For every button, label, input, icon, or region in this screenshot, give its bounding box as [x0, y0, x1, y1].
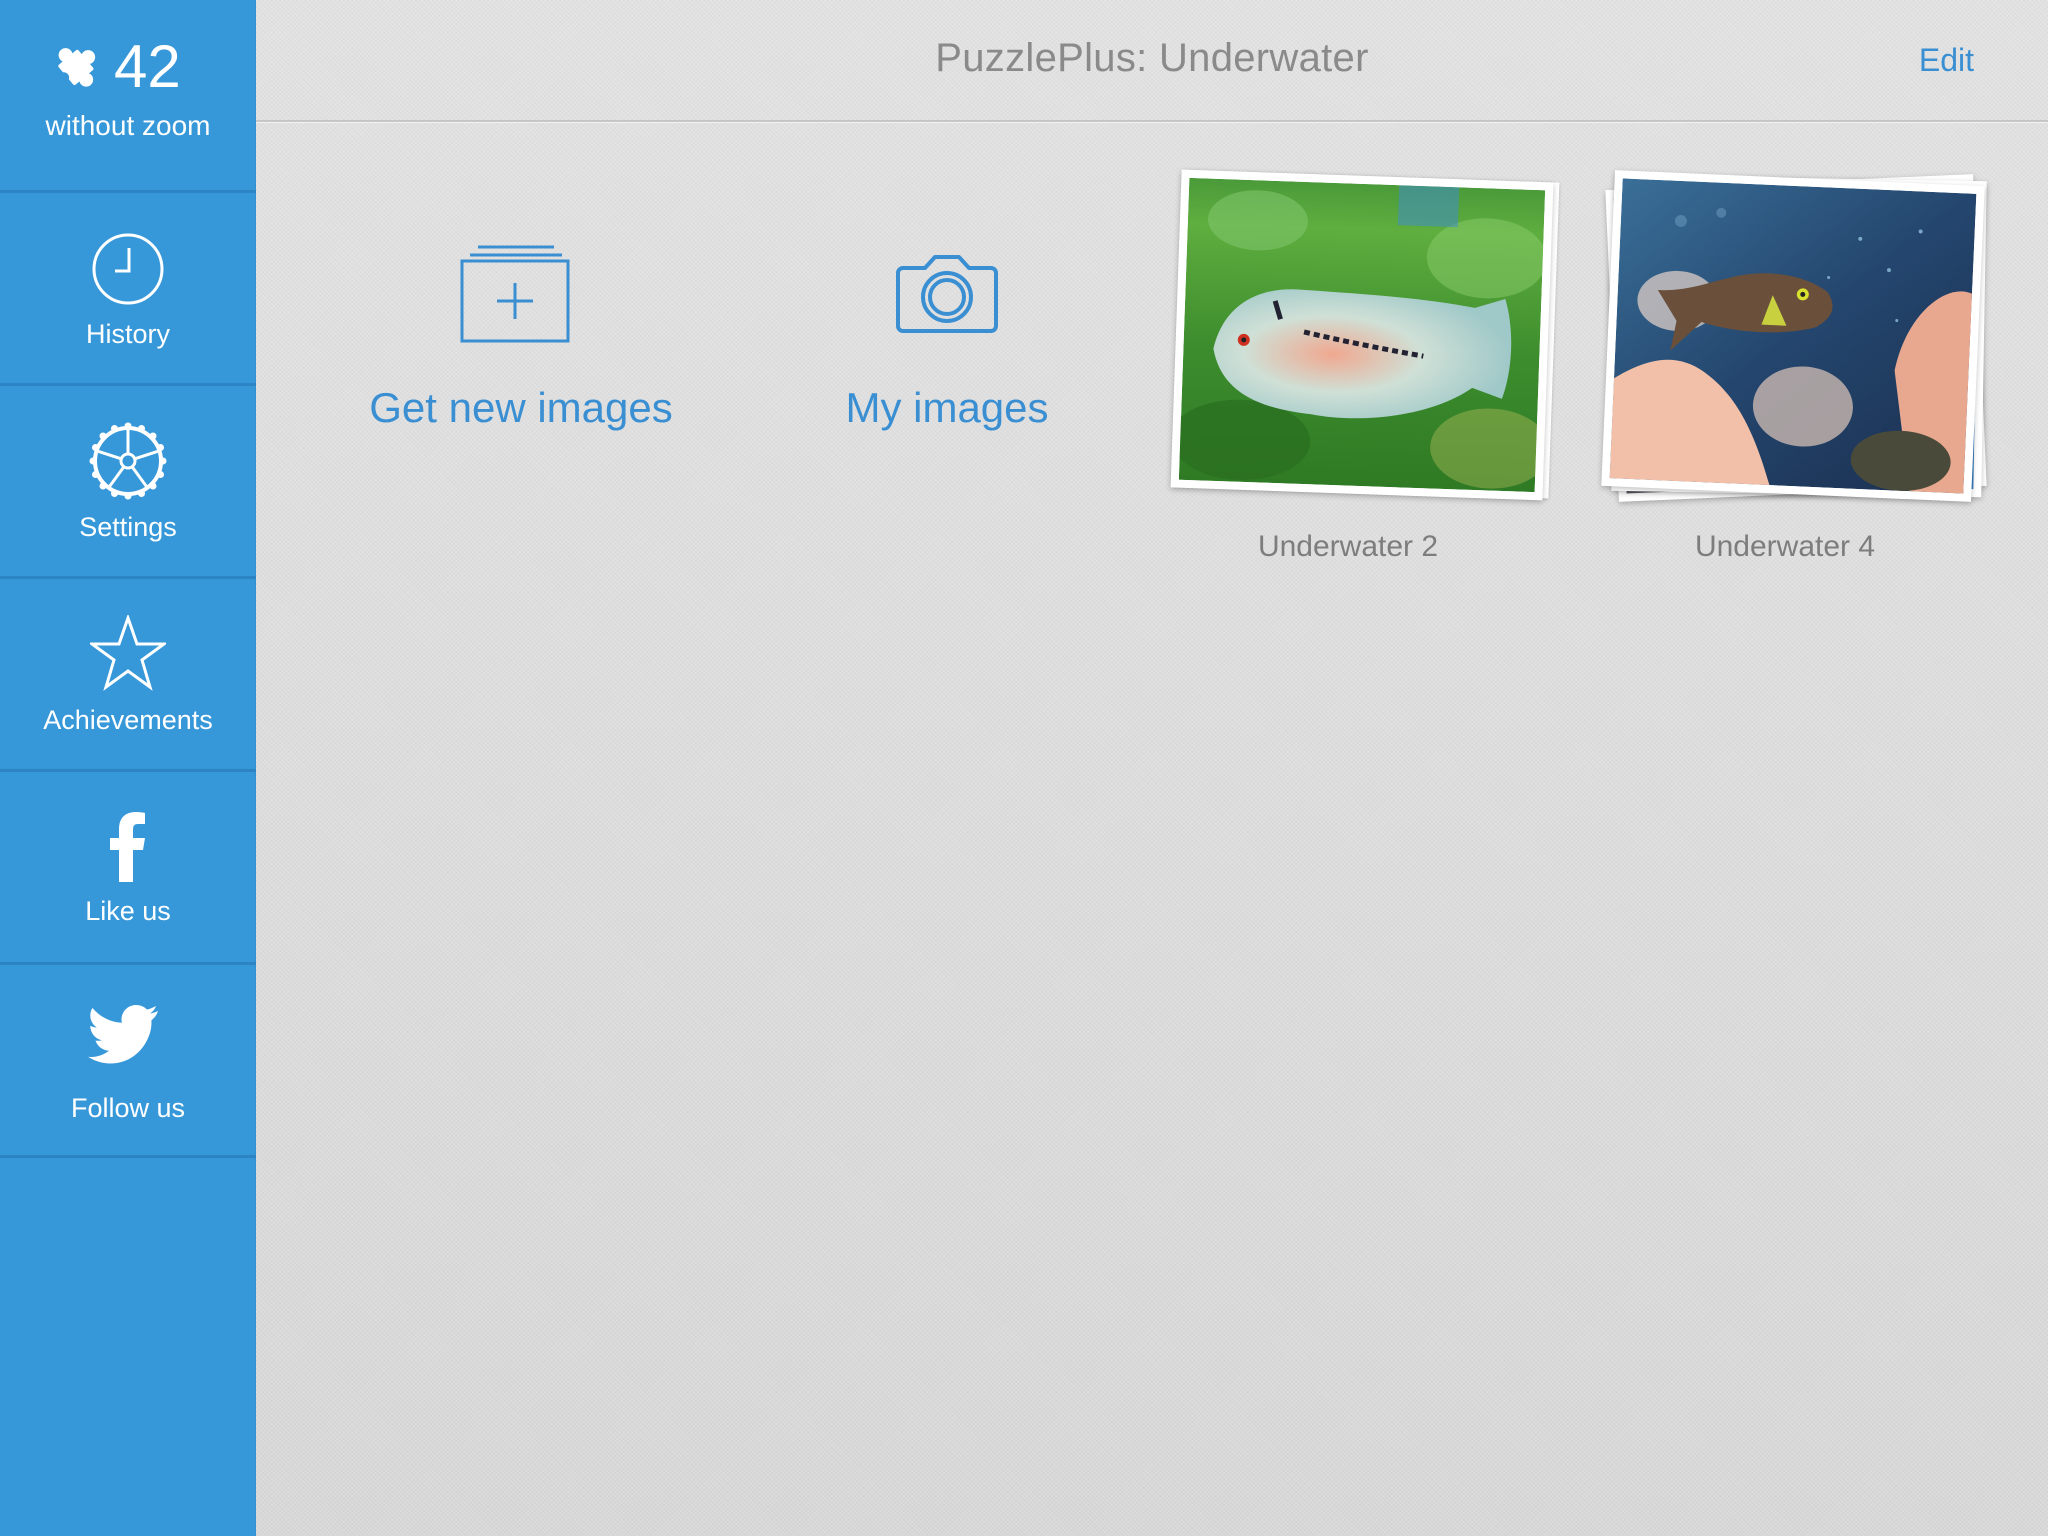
twitter-icon [88, 1005, 158, 1064]
puzzle-piece-icon [58, 48, 96, 87]
main-content: PuzzlePlus: Underwater Edit Get new imag… [256, 0, 2048, 1536]
sidebar-item-label: History [85, 319, 170, 349]
camera-icon [896, 255, 998, 333]
facebook-icon [110, 812, 145, 882]
sidebar-item-achievements[interactable]: Achievements [0, 579, 256, 772]
sidebar-item-settings[interactable]: Settings [0, 386, 256, 579]
sidebar-item-label: Like us [85, 896, 171, 926]
puzzle-label: Underwater 4 [1694, 530, 1876, 563]
sidebar-item-label: Follow us [70, 1093, 186, 1123]
sidebar-item-follow-us[interactable]: Follow us [0, 965, 256, 1158]
sidebar-item-history[interactable]: History [0, 193, 256, 386]
sidebar-item-label: Achievements [43, 705, 213, 735]
gear-icon [89, 422, 167, 500]
my-images-label: My images [845, 384, 1049, 431]
reef-fish-image [1609, 178, 1977, 494]
edit-button[interactable]: Edit [1919, 42, 1974, 79]
sidebar-item-like-us[interactable]: Like us [0, 772, 256, 965]
clock-icon [92, 233, 164, 305]
puzzle-thumbnail [1601, 170, 1985, 502]
sidebar-item-label: Settings [79, 512, 177, 542]
puzzle-label: Underwater 2 [1257, 530, 1439, 563]
score-panel: 42 without zoom [0, 0, 256, 193]
get-new-images-label: Get new images [369, 384, 673, 431]
score-caption: without zoom [45, 110, 211, 141]
add-images-icon [460, 245, 570, 343]
puzzle-card-underwater-2[interactable]: Underwater 2 [1168, 168, 1568, 568]
my-images-button[interactable]: My images [822, 240, 1072, 440]
puzzle-thumbnail [1170, 169, 1554, 501]
page-title: PuzzlePlus: Underwater [935, 36, 1369, 80]
fish-image [1170, 177, 1551, 493]
puzzle-card-underwater-4[interactable]: Underwater 4 [1596, 168, 2016, 568]
header: PuzzlePlus: Underwater Edit [256, 0, 2048, 122]
get-new-images-button[interactable]: Get new images [356, 240, 686, 440]
score-value: 42 [114, 33, 181, 100]
star-icon [90, 615, 166, 691]
sidebar: 42 without zoom History Settings Achieve… [0, 0, 256, 1536]
